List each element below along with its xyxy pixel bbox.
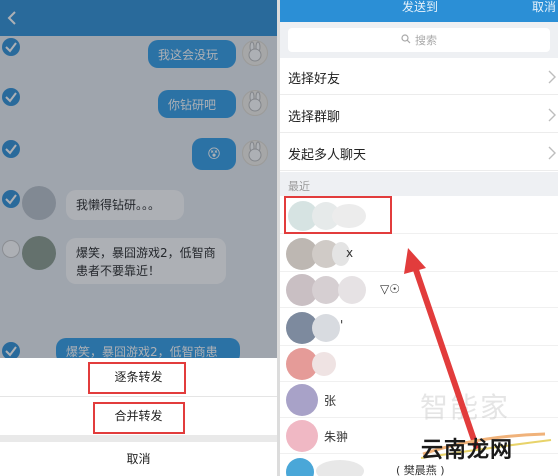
screenshot-root: 我这会没玩 你钻研吧 😵 我懒得钻研。。。 爆笑，暴囧游戏2，低智商患者不要靠近…	[0, 0, 558, 476]
highlight-box	[88, 362, 186, 394]
logo-text: 云南龙网	[421, 438, 514, 463]
sheet-gap	[0, 435, 277, 442]
site-logo: 云南龙网	[417, 426, 557, 468]
chat-panel: 我这会没玩 你钻研吧 😵 我懒得钻研。。。 爆笑，暴囧游戏2，低智商患者不要靠近…	[0, 0, 277, 476]
dim-overlay	[0, 0, 277, 358]
send-to-panel: 发送到 取消 搜索 选择好友 选择群聊 发起多人聊天 最近 x ▽☉ ' 张 朱…	[280, 0, 558, 476]
cancel-button[interactable]: 取消	[0, 442, 277, 476]
annotation-arrow-icon	[404, 248, 479, 449]
highlight-box	[93, 402, 185, 434]
